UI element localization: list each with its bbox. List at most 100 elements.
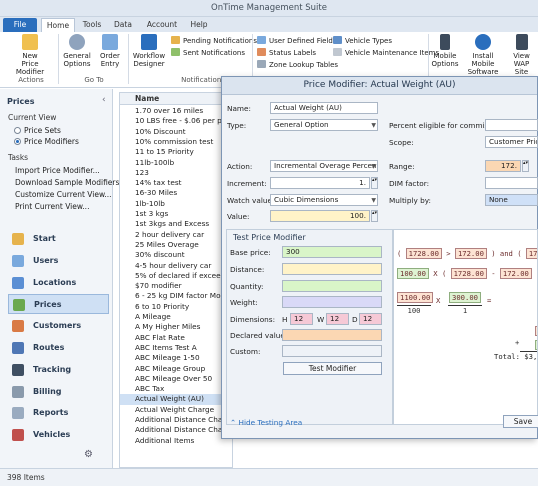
base-price-field[interactable]: 300 xyxy=(282,246,382,258)
list-item[interactable]: ABC Tax xyxy=(120,384,232,394)
list-item[interactable]: Additional Items xyxy=(120,436,232,446)
test-modifier-button[interactable]: Test Modifier xyxy=(283,362,382,375)
list-item[interactable]: 30% discount xyxy=(120,250,232,260)
list-item[interactable]: 10% Discount xyxy=(120,127,232,137)
increment-field[interactable]: 1. xyxy=(270,177,370,189)
list-item[interactable]: 1st 3kgs and Excess xyxy=(120,219,232,229)
list-item[interactable]: ABC Mileage Group xyxy=(120,364,232,374)
declared-value-field[interactable] xyxy=(282,329,382,341)
list-item[interactable]: A Mileage xyxy=(120,312,232,322)
list-item[interactable]: Additional Distance Charges (Over 10) xyxy=(120,425,232,435)
quantity-field[interactable] xyxy=(282,280,382,292)
dimension-d-field[interactable]: 12 xyxy=(359,313,382,325)
list-item[interactable]: 6 to 10 Priority xyxy=(120,302,232,312)
order-entry-button[interactable]: Order Entry xyxy=(96,34,124,68)
action-label: Action: xyxy=(227,162,253,171)
list-header-name[interactable]: Name xyxy=(120,93,232,105)
watch-value-select[interactable]: Cubic Dimensions ▼ xyxy=(270,194,378,206)
list-item[interactable]: 4-5 hour delivery car xyxy=(120,261,232,271)
list-item[interactable]: 6 - 25 kg DIM factor Mod xyxy=(120,291,232,301)
percent-commission-field[interactable] xyxy=(485,119,538,131)
dimension-h-field[interactable]: 12 xyxy=(290,313,313,325)
save-button[interactable]: Save xyxy=(503,415,538,428)
hide-testing-area-link[interactable]: ⌃ Hide Testing Area xyxy=(230,418,302,427)
nav-item-start[interactable]: Start xyxy=(8,229,109,249)
dim-factor-field[interactable] xyxy=(485,177,538,189)
task-import-price-modifier[interactable]: Import Price Modifier... xyxy=(15,166,100,175)
list-item[interactable]: $70 modifier xyxy=(120,281,232,291)
nav-item-tracking[interactable]: Tracking xyxy=(8,360,109,380)
nav-item-locations[interactable]: Locations xyxy=(8,273,109,293)
list-item[interactable]: 25 Miles Overage xyxy=(120,240,232,250)
list-item[interactable]: ABC Mileage 1-50 xyxy=(120,353,232,363)
task-print-current-view[interactable]: Print Current View... xyxy=(15,202,89,211)
action-select[interactable]: Incremental Overage Percent ▼ xyxy=(270,160,378,172)
nav-item-users[interactable]: Users xyxy=(8,251,109,271)
sent-notifications-button[interactable]: Sent Notifications xyxy=(171,48,245,58)
nav-item-routes[interactable]: Routes xyxy=(8,338,109,358)
list-item[interactable]: 1st 3 kgs xyxy=(120,209,232,219)
list-item[interactable]: ABC Mileage Over 50 xyxy=(120,374,232,384)
user-defined-fields-button[interactable]: User Defined Fields xyxy=(257,36,337,46)
list-item[interactable]: 16-30 Miles xyxy=(120,188,232,198)
range-field[interactable]: 172. xyxy=(485,160,521,172)
multiply-by-select[interactable]: None xyxy=(485,194,538,206)
list-item[interactable]: 1.70 over 16 miles xyxy=(120,106,232,116)
list-item[interactable]: 2 hour delivery car xyxy=(120,230,232,240)
tab-data[interactable]: Data xyxy=(110,18,136,32)
nav-item-reports[interactable]: Reports xyxy=(8,403,109,423)
zone-lookup-tables-button[interactable]: Zone Lookup Tables xyxy=(257,60,338,70)
task-customize-current-view[interactable]: Customize Current View... xyxy=(15,190,112,199)
dimension-w-field[interactable]: 12 xyxy=(326,313,349,325)
tab-account[interactable]: Account xyxy=(144,18,180,32)
list-item[interactable]: Actual Weight Charge xyxy=(120,405,232,415)
list-item[interactable]: 11lb-100lb xyxy=(120,158,232,168)
custom-field[interactable] xyxy=(282,345,382,357)
list-item[interactable]: 123 xyxy=(120,168,232,178)
nav-item-vehicles[interactable]: Vehicles xyxy=(8,425,109,445)
tab-home[interactable]: Home xyxy=(41,18,75,32)
install-mobile-software-button[interactable]: Install Mobile Software xyxy=(460,34,506,76)
list-item[interactable]: ABC Items Test A xyxy=(120,343,232,353)
nav-item-billing[interactable]: Billing xyxy=(8,382,109,402)
list-item[interactable]: 5% of declared if exceeds xyxy=(120,271,232,281)
workflow-designer-button[interactable]: Workflow Designer xyxy=(131,34,167,68)
scope-field[interactable]: Customer Price Se xyxy=(485,136,538,148)
distance-field[interactable] xyxy=(282,263,382,275)
task-download-sample-modifiers[interactable]: Download Sample Modifiers... xyxy=(15,178,127,187)
mobile-options-button[interactable]: Mobile Options xyxy=(431,34,459,68)
tab-help[interactable]: Help xyxy=(186,18,212,32)
view-wap-site-button[interactable]: View WAP Site xyxy=(505,34,538,76)
nav-item-customers[interactable]: Customers xyxy=(8,316,109,336)
list-item[interactable]: Actual Weight (AU) xyxy=(120,394,232,405)
name-field[interactable]: Actual Weight (AU) xyxy=(270,102,378,114)
weight-field[interactable] xyxy=(282,296,382,308)
value-spinner[interactable]: ▴▾ xyxy=(371,210,378,222)
collapse-pane-icon[interactable]: ‹ xyxy=(102,95,106,105)
tab-file[interactable]: File xyxy=(3,18,37,32)
list-item[interactable]: A My Higher Miles xyxy=(120,322,232,332)
tab-tools[interactable]: Tools xyxy=(79,18,105,32)
list-item[interactable]: 14% tax test xyxy=(120,178,232,188)
workflow-icon xyxy=(141,34,157,50)
vehicle-types-button[interactable]: Vehicle Types xyxy=(333,36,392,46)
list-item[interactable]: ABC Flat Rate xyxy=(120,333,232,343)
increment-spinner[interactable]: ▴▾ xyxy=(371,177,378,189)
vehicle-maintenance-items-button[interactable]: Vehicle Maintenance Items xyxy=(333,48,439,58)
list-item[interactable]: Additional Distance Charges (Over 10) xyxy=(120,415,232,425)
pending-notifications-button[interactable]: Pending Notifications xyxy=(171,36,257,46)
type-select[interactable]: General Option ▼ xyxy=(270,119,378,131)
list-item[interactable]: 10 LBS free - $.06 per pound xyxy=(120,116,232,126)
range-spinner[interactable]: ▴▾ xyxy=(522,160,529,172)
value-field[interactable]: 100. xyxy=(270,210,370,222)
status-labels-button[interactable]: Status Labels xyxy=(257,48,316,58)
new-price-modifier-button[interactable]: New Price Modifier xyxy=(8,34,52,76)
list-item[interactable]: 10% commission test xyxy=(120,137,232,147)
view-price-sets-radio[interactable]: Price Sets xyxy=(14,126,61,135)
general-options-button[interactable]: General Options xyxy=(62,34,92,68)
view-price-modifiers-radio[interactable]: Price Modifiers xyxy=(14,137,79,146)
list-item[interactable]: 1lb-10lb xyxy=(120,199,232,209)
nav-item-prices[interactable]: Prices xyxy=(8,294,109,314)
configure-nav-icon[interactable]: ⚙ xyxy=(84,449,96,460)
list-item[interactable]: 11 to 15 Priority xyxy=(120,147,232,157)
